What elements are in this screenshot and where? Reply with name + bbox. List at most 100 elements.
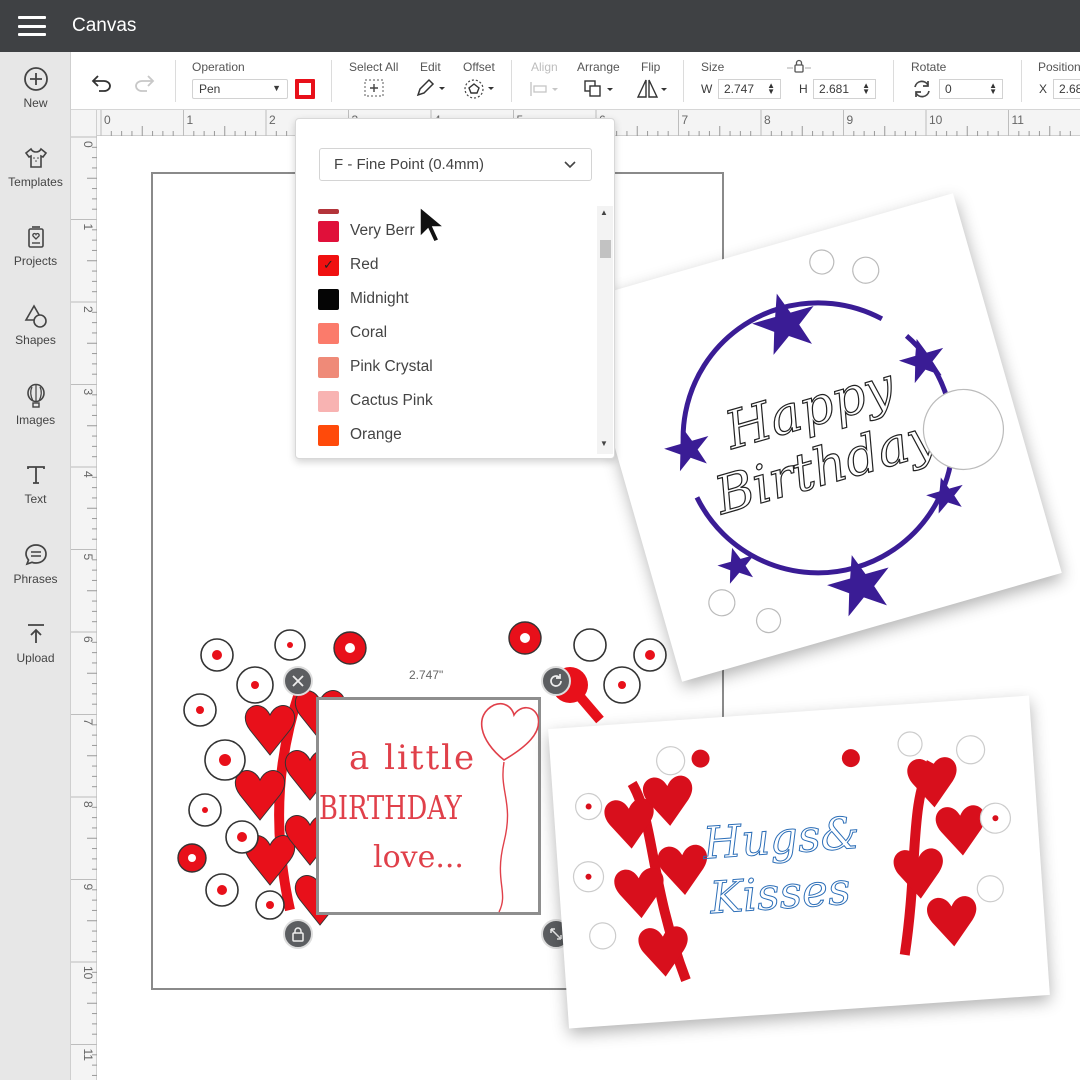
x-value: 2.68	[1059, 82, 1080, 96]
top-bar: Canvas	[0, 0, 1080, 52]
scroll-up-icon[interactable]: ▲	[600, 208, 608, 217]
scroll-down-icon[interactable]: ▼	[600, 439, 608, 448]
ruler-label: 1	[187, 113, 194, 127]
balloon-icon	[26, 383, 45, 408]
pen-color-swatch[interactable]	[295, 79, 315, 99]
color-name: Pink Crystal	[350, 358, 433, 375]
mouse-cursor-icon	[419, 205, 446, 243]
ruler-label: 11	[1012, 113, 1025, 127]
lock-handle[interactable]	[283, 919, 313, 949]
projects-icon	[27, 226, 44, 248]
delete-handle[interactable]	[283, 666, 313, 696]
color-swatch	[318, 424, 339, 446]
sidebar-item-label: Text	[24, 492, 47, 506]
lock-icon	[292, 927, 304, 942]
color-option[interactable]: Orange	[318, 421, 402, 449]
height-value: 2.681	[819, 82, 850, 96]
scrollbar-thumb[interactable]	[600, 240, 611, 258]
redo-icon[interactable]	[133, 74, 155, 92]
spinner-icon[interactable]: ▲ ▼	[862, 82, 870, 96]
flip-label: Flip	[641, 60, 661, 74]
flip-icon[interactable]	[636, 78, 670, 100]
operation-select[interactable]: Pen ▼	[192, 79, 288, 99]
select-all-icon[interactable]	[363, 78, 385, 98]
color-swatch: ✓	[318, 254, 339, 276]
ruler-label: 10	[81, 966, 95, 980]
ruler-label: 10	[929, 113, 943, 127]
kisses-text: Kisses	[707, 864, 852, 925]
edit-pencil-icon[interactable]	[415, 78, 447, 98]
undo-icon[interactable]	[91, 74, 113, 92]
edit-label: Edit	[420, 60, 441, 74]
color-option[interactable]: Coral	[318, 319, 387, 347]
dropdown-scrollbar[interactable]: ▲ ▼	[597, 206, 613, 454]
shapes-icon	[24, 304, 47, 328]
color-swatch	[318, 390, 339, 412]
spinner-icon[interactable]: ▲ ▼	[989, 82, 997, 96]
ruler-ticks: 01234567891011	[71, 136, 97, 1076]
height-input[interactable]: 2.681 ▲ ▼	[813, 79, 876, 99]
spinner-icon[interactable]: ▲ ▼	[767, 82, 775, 96]
rotate-value: 0	[945, 82, 952, 96]
sidebar-item-images[interactable]: Images	[0, 383, 71, 453]
color-swatch	[318, 356, 339, 378]
operation-label: Operation	[192, 60, 245, 74]
align-icon	[530, 82, 558, 96]
pen-color-dropdown: F - Fine Point (0.4mm) Very Berr ✓ Red Midn…	[295, 118, 615, 459]
arrange-label: Arrange	[577, 60, 620, 74]
color-name: Midnight	[350, 290, 409, 307]
offset-label: Offset	[463, 60, 495, 74]
selected-design[interactable]: a little BIRTHDAY love...	[316, 697, 541, 915]
ruler-vertical: 0 1 2 3 4 5 6 7 8 9 10 11	[71, 110, 97, 1080]
sidebar-item-phrases[interactable]: Phrases	[0, 542, 71, 612]
dropdown-arrow-icon: ▼	[272, 83, 281, 93]
red-floral-illustration: Hugs& Kisses	[572, 731, 1012, 982]
pen-type-select[interactable]: F - Fine Point (0.4mm)	[319, 148, 592, 181]
selection-width-readout: 2.747"	[409, 668, 444, 682]
sidebar-item-shapes[interactable]: Shapes	[0, 303, 71, 373]
offset-icon[interactable]	[463, 78, 497, 100]
rotate-icon[interactable]	[911, 79, 933, 99]
x-position-input[interactable]: 2.68	[1053, 79, 1080, 99]
color-option[interactable]: Midnight	[318, 285, 409, 313]
sidebar-item-projects[interactable]: Projects	[0, 224, 71, 294]
rotate-icon	[550, 674, 562, 687]
checkmark-icon: ✓	[323, 256, 334, 272]
pen-type-value: F - Fine Point (0.4mm)	[334, 156, 485, 173]
width-value: 2.747	[724, 82, 755, 96]
ruler-label: 9	[847, 113, 854, 127]
ruler-label: 8	[764, 113, 771, 127]
color-name: Very Berr	[350, 222, 415, 239]
x-prefix: X	[1039, 82, 1048, 96]
height-prefix: H	[799, 82, 808, 96]
sidebar-item-templates[interactable]: Templates	[0, 145, 71, 215]
color-option[interactable]: Cactus Pink	[318, 387, 433, 415]
color-name: Red	[350, 256, 379, 273]
color-swatch	[318, 322, 339, 344]
color-option[interactable]: ✓ Red	[318, 251, 378, 279]
color-option[interactable]: Very Berr	[318, 217, 415, 245]
rotate-input[interactable]: 0 ▲ ▼	[939, 79, 1003, 99]
sidebar-item-label: Projects	[13, 254, 58, 268]
color-swatch	[318, 220, 339, 242]
sidebar-item-new[interactable]: New	[0, 66, 71, 136]
app-title: Canvas	[72, 15, 137, 36]
hamburger-icon[interactable]	[18, 16, 46, 36]
operation-value: Pen	[199, 82, 221, 96]
sidebar-item-upload[interactable]: Upload	[0, 621, 71, 691]
lock-ratio-icon[interactable]	[787, 58, 811, 74]
ruler-label: 7	[682, 113, 689, 127]
rotate-handle[interactable]	[541, 666, 571, 696]
color-option[interactable]: Pink Crystal	[318, 353, 433, 381]
design-text-line3: love...	[373, 840, 464, 875]
sidebar-item-label: Shapes	[15, 333, 56, 347]
ruler-label: 2	[269, 113, 276, 127]
sidebar-item-text[interactable]: Text	[0, 462, 71, 532]
color-name: Orange	[350, 426, 402, 443]
arrange-icon[interactable]	[583, 78, 617, 100]
width-input[interactable]: 2.747 ▲ ▼	[718, 79, 781, 99]
sidebar-item-label: New	[23, 96, 48, 110]
sidebar-item-label: Templates	[8, 175, 63, 189]
position-label: Position	[1038, 60, 1080, 74]
heart-balloon-icon	[480, 702, 539, 913]
